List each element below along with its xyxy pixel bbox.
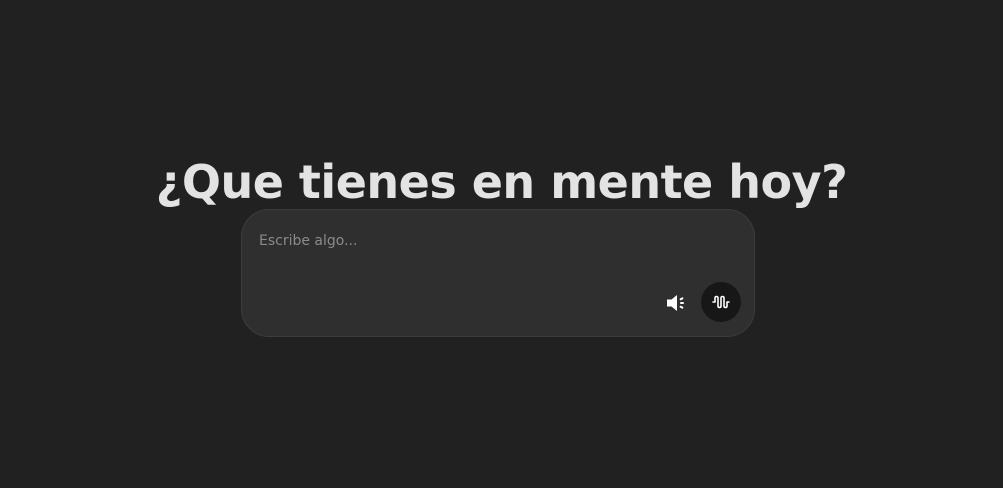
chat-home-page: ¿Que tienes en mente hoy? [0,0,1003,488]
sound-wave-icon [712,295,730,309]
speaker-volume-icon [667,295,684,311]
voice-mode-button[interactable] [701,282,741,322]
message-composer [241,209,755,337]
read-aloud-button[interactable] [662,288,692,318]
message-input[interactable] [259,230,729,252]
page-title: ¿Que tienes en mente hoy? [155,154,848,209]
